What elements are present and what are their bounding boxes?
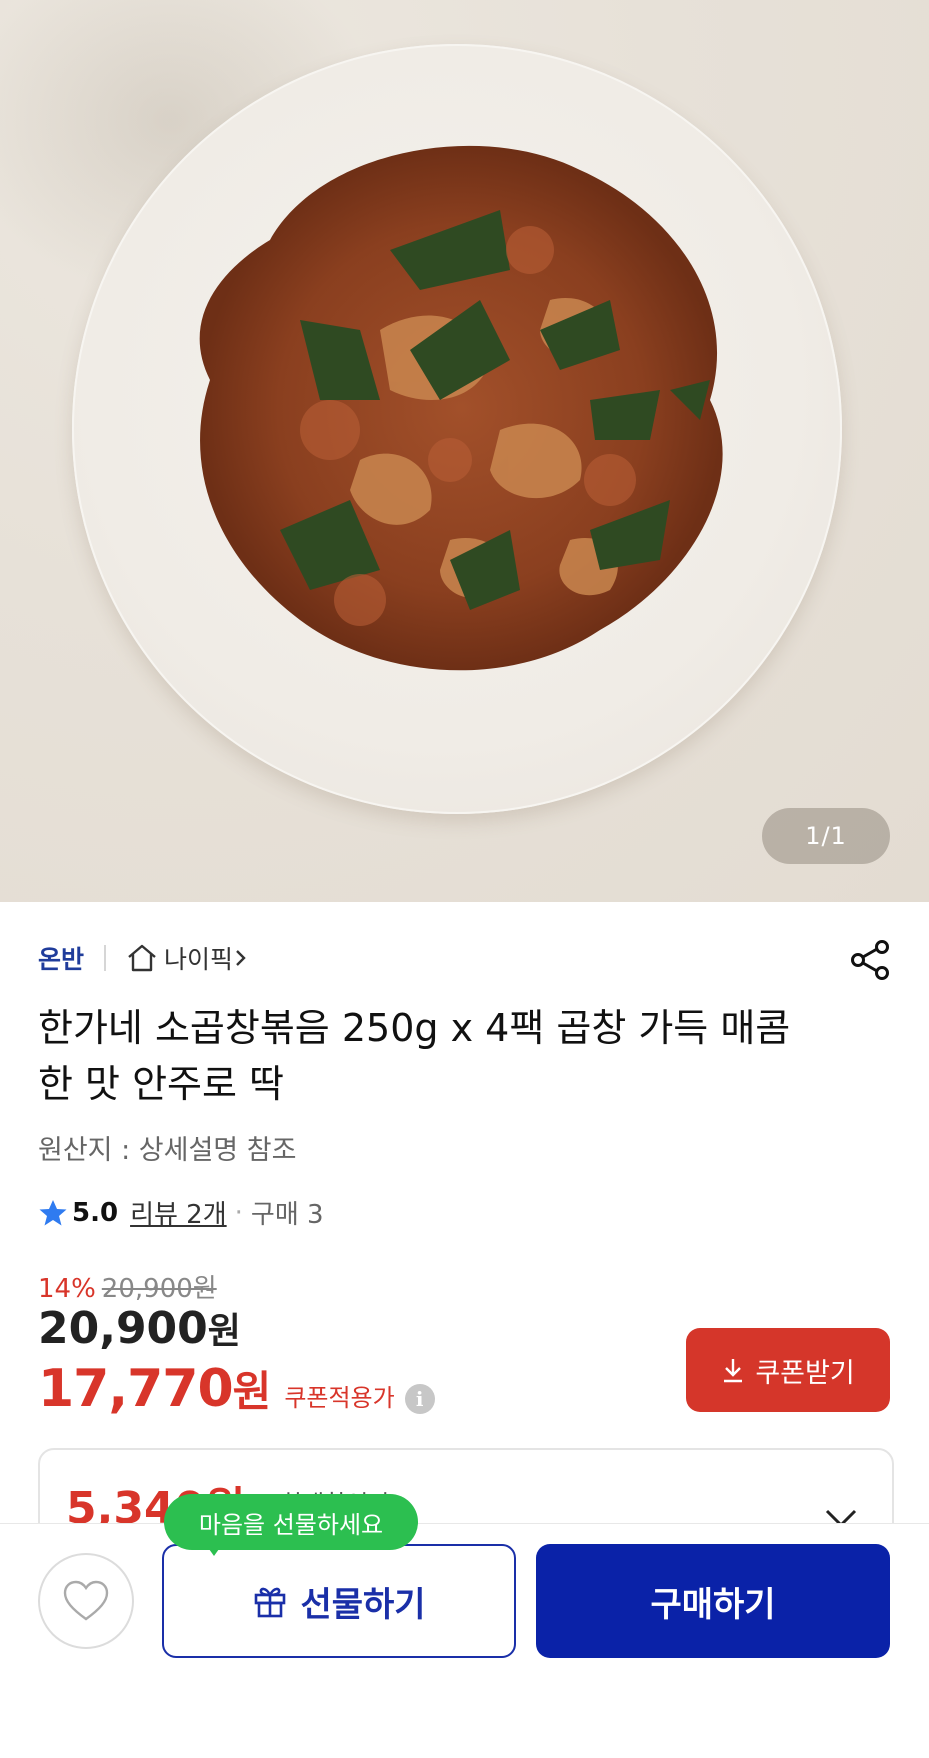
brand-link[interactable]: 온반: [38, 940, 84, 976]
gift-button[interactable]: 선물하기: [162, 1544, 516, 1658]
coupon-price-label: 쿠폰적용가: [284, 1384, 395, 1412]
discount-rate: 14%: [38, 1274, 96, 1304]
gift-button-label: 선물하기: [300, 1584, 426, 1625]
sale-price: 20,900원: [38, 1302, 241, 1354]
heart-icon: [63, 1580, 109, 1621]
original-price: 20,900원: [101, 1274, 217, 1304]
gift-tooltip-tail: [204, 1542, 224, 1556]
home-icon: [128, 944, 156, 972]
share-button[interactable]: [848, 938, 892, 986]
store-name: 나이픽: [164, 945, 234, 974]
gift-icon: [255, 1587, 286, 1618]
image-counter: 1/1: [762, 808, 890, 864]
share-icon: [851, 940, 889, 980]
purchase-count: 구매 3: [250, 1200, 324, 1230]
sale-price-amount: 20,900: [38, 1303, 208, 1354]
download-icon: [724, 1359, 743, 1383]
gift-tooltip: 마음을 선물하세요: [164, 1494, 418, 1550]
separator-dot: ·: [234, 1197, 243, 1228]
product-title: 한가네 소곱창볶음 250g x 4팩 곱창 가득 매콤한 맛 안주로 딱: [38, 1006, 791, 1106]
origin-text: 원산지 : 상세설명 참조: [38, 1135, 297, 1166]
store-link[interactable]: 나이픽: [126, 940, 255, 976]
discount-row: 14% 20,900원: [38, 1268, 217, 1305]
wishlist-button[interactable]: [38, 1553, 134, 1649]
coupon-price: 17,770원: [38, 1358, 272, 1419]
chevron-right-icon: [236, 950, 246, 966]
rating-row: 5.0 리뷰 2개 · 구매 3: [38, 1194, 324, 1231]
buy-button[interactable]: 구매하기: [536, 1544, 890, 1658]
divider: [104, 945, 107, 971]
coupon-price-amount: 17,770: [38, 1359, 234, 1419]
coupon-price-unit: 원: [232, 1367, 272, 1416]
review-link[interactable]: 리뷰 2개: [130, 1194, 227, 1231]
get-coupon-label: 쿠폰받기: [755, 1357, 855, 1389]
coupon-price-row: 17,770원 쿠폰적용가 i: [38, 1358, 435, 1419]
sale-price-unit: 원: [207, 1311, 241, 1352]
product-photo: [199, 145, 723, 671]
rating-score: 5.0: [72, 1197, 119, 1228]
brand-row: 온반 나이픽: [38, 938, 892, 980]
get-coupon-button[interactable]: 쿠폰받기: [686, 1328, 890, 1412]
star-icon: [39, 1199, 67, 1225]
info-icon[interactable]: i: [404, 1384, 435, 1414]
product-image-gallery[interactable]: 1/1: [0, 0, 929, 902]
